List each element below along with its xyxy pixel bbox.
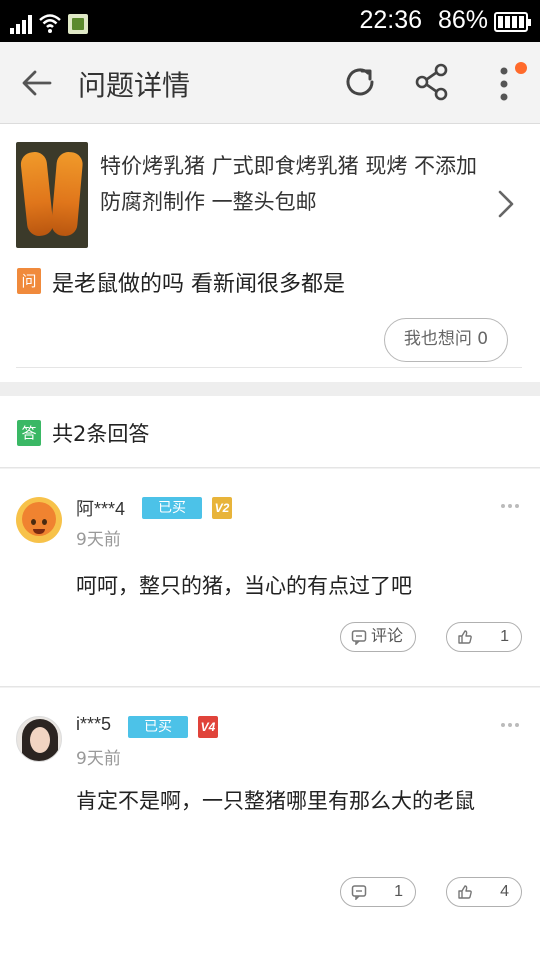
- more-dots-icon[interactable]: [500, 722, 520, 728]
- battery-percent: 86%: [437, 6, 488, 34]
- comment-label: 评论: [370, 628, 403, 645]
- comment-icon: [351, 885, 367, 900]
- comment-count: 1: [394, 883, 403, 900]
- answer-item: i***5 已买 V4 9天前 肯定不是啊，一只整猪哪里有那么大的老鼠 1 4: [0, 688, 540, 960]
- clock: 22:36: [359, 6, 422, 34]
- status-bar: 22:36 86%: [0, 0, 540, 42]
- bought-badge: 已买: [128, 716, 188, 738]
- product-title[interactable]: 特价烤乳猪 广式即食烤乳猪 现烤 不添加防腐剂制作 一整头包邮: [100, 148, 480, 220]
- more-dots-icon[interactable]: [500, 503, 520, 509]
- bought-badge: 已买: [142, 497, 202, 519]
- page-title: 问题详情: [78, 69, 191, 102]
- image-notification-icon: [68, 14, 88, 34]
- share-icon[interactable]: [414, 63, 450, 101]
- notification-dot: [515, 62, 527, 74]
- battery-icon: [494, 12, 531, 32]
- product-image[interactable]: [16, 142, 88, 248]
- refresh-icon[interactable]: [342, 64, 378, 100]
- answer-item: 阿***4 已买 V2 9天前 呵呵，整只的猪，当心的有点过了吧 评论 1: [0, 469, 540, 687]
- username[interactable]: i***5: [76, 714, 111, 735]
- answer-time: 9天前: [76, 530, 121, 550]
- thumbs-up-icon: [458, 630, 472, 644]
- answer-text: 呵呵，整只的猪，当心的有点过了吧: [76, 574, 412, 598]
- question-badge-icon: 问: [17, 268, 41, 294]
- like-button[interactable]: 4: [446, 877, 522, 907]
- answers-header: 答 共2条回答: [0, 396, 540, 468]
- thumbs-up-icon: [458, 885, 472, 899]
- answers-count: 共2条回答: [52, 422, 150, 446]
- wifi-icon: [39, 14, 61, 33]
- username[interactable]: 阿***4: [76, 495, 125, 521]
- comment-icon: [351, 630, 367, 645]
- answer-time: 9天前: [76, 749, 121, 769]
- question-card: 特价烤乳猪 广式即食烤乳猪 现烤 不添加防腐剂制作 一整头包邮 问 是老鼠做的吗…: [0, 124, 540, 382]
- avatar[interactable]: [16, 497, 62, 543]
- answer-text: 肯定不是啊，一只整猪哪里有那么大的老鼠: [76, 789, 475, 813]
- app-header: 问题详情: [0, 42, 540, 124]
- question-text: 是老鼠做的吗 看新闻很多都是: [52, 272, 345, 297]
- comment-button[interactable]: 评论: [340, 622, 416, 652]
- ask-too-button[interactable]: 我也想问 0: [384, 318, 508, 362]
- like-count: 1: [500, 628, 509, 645]
- section-gap: [0, 382, 540, 396]
- level-badge: V4: [198, 716, 218, 738]
- answer-badge-icon: 答: [17, 420, 41, 446]
- signal-icon: [10, 14, 32, 34]
- chevron-right-icon[interactable]: [494, 184, 518, 224]
- avatar[interactable]: [16, 716, 62, 762]
- like-button[interactable]: 1: [446, 622, 522, 652]
- comment-button[interactable]: 1: [340, 877, 416, 907]
- level-badge: V2: [212, 497, 232, 519]
- back-arrow-icon[interactable]: [20, 66, 54, 100]
- like-count: 4: [500, 883, 509, 900]
- divider: [16, 367, 522, 368]
